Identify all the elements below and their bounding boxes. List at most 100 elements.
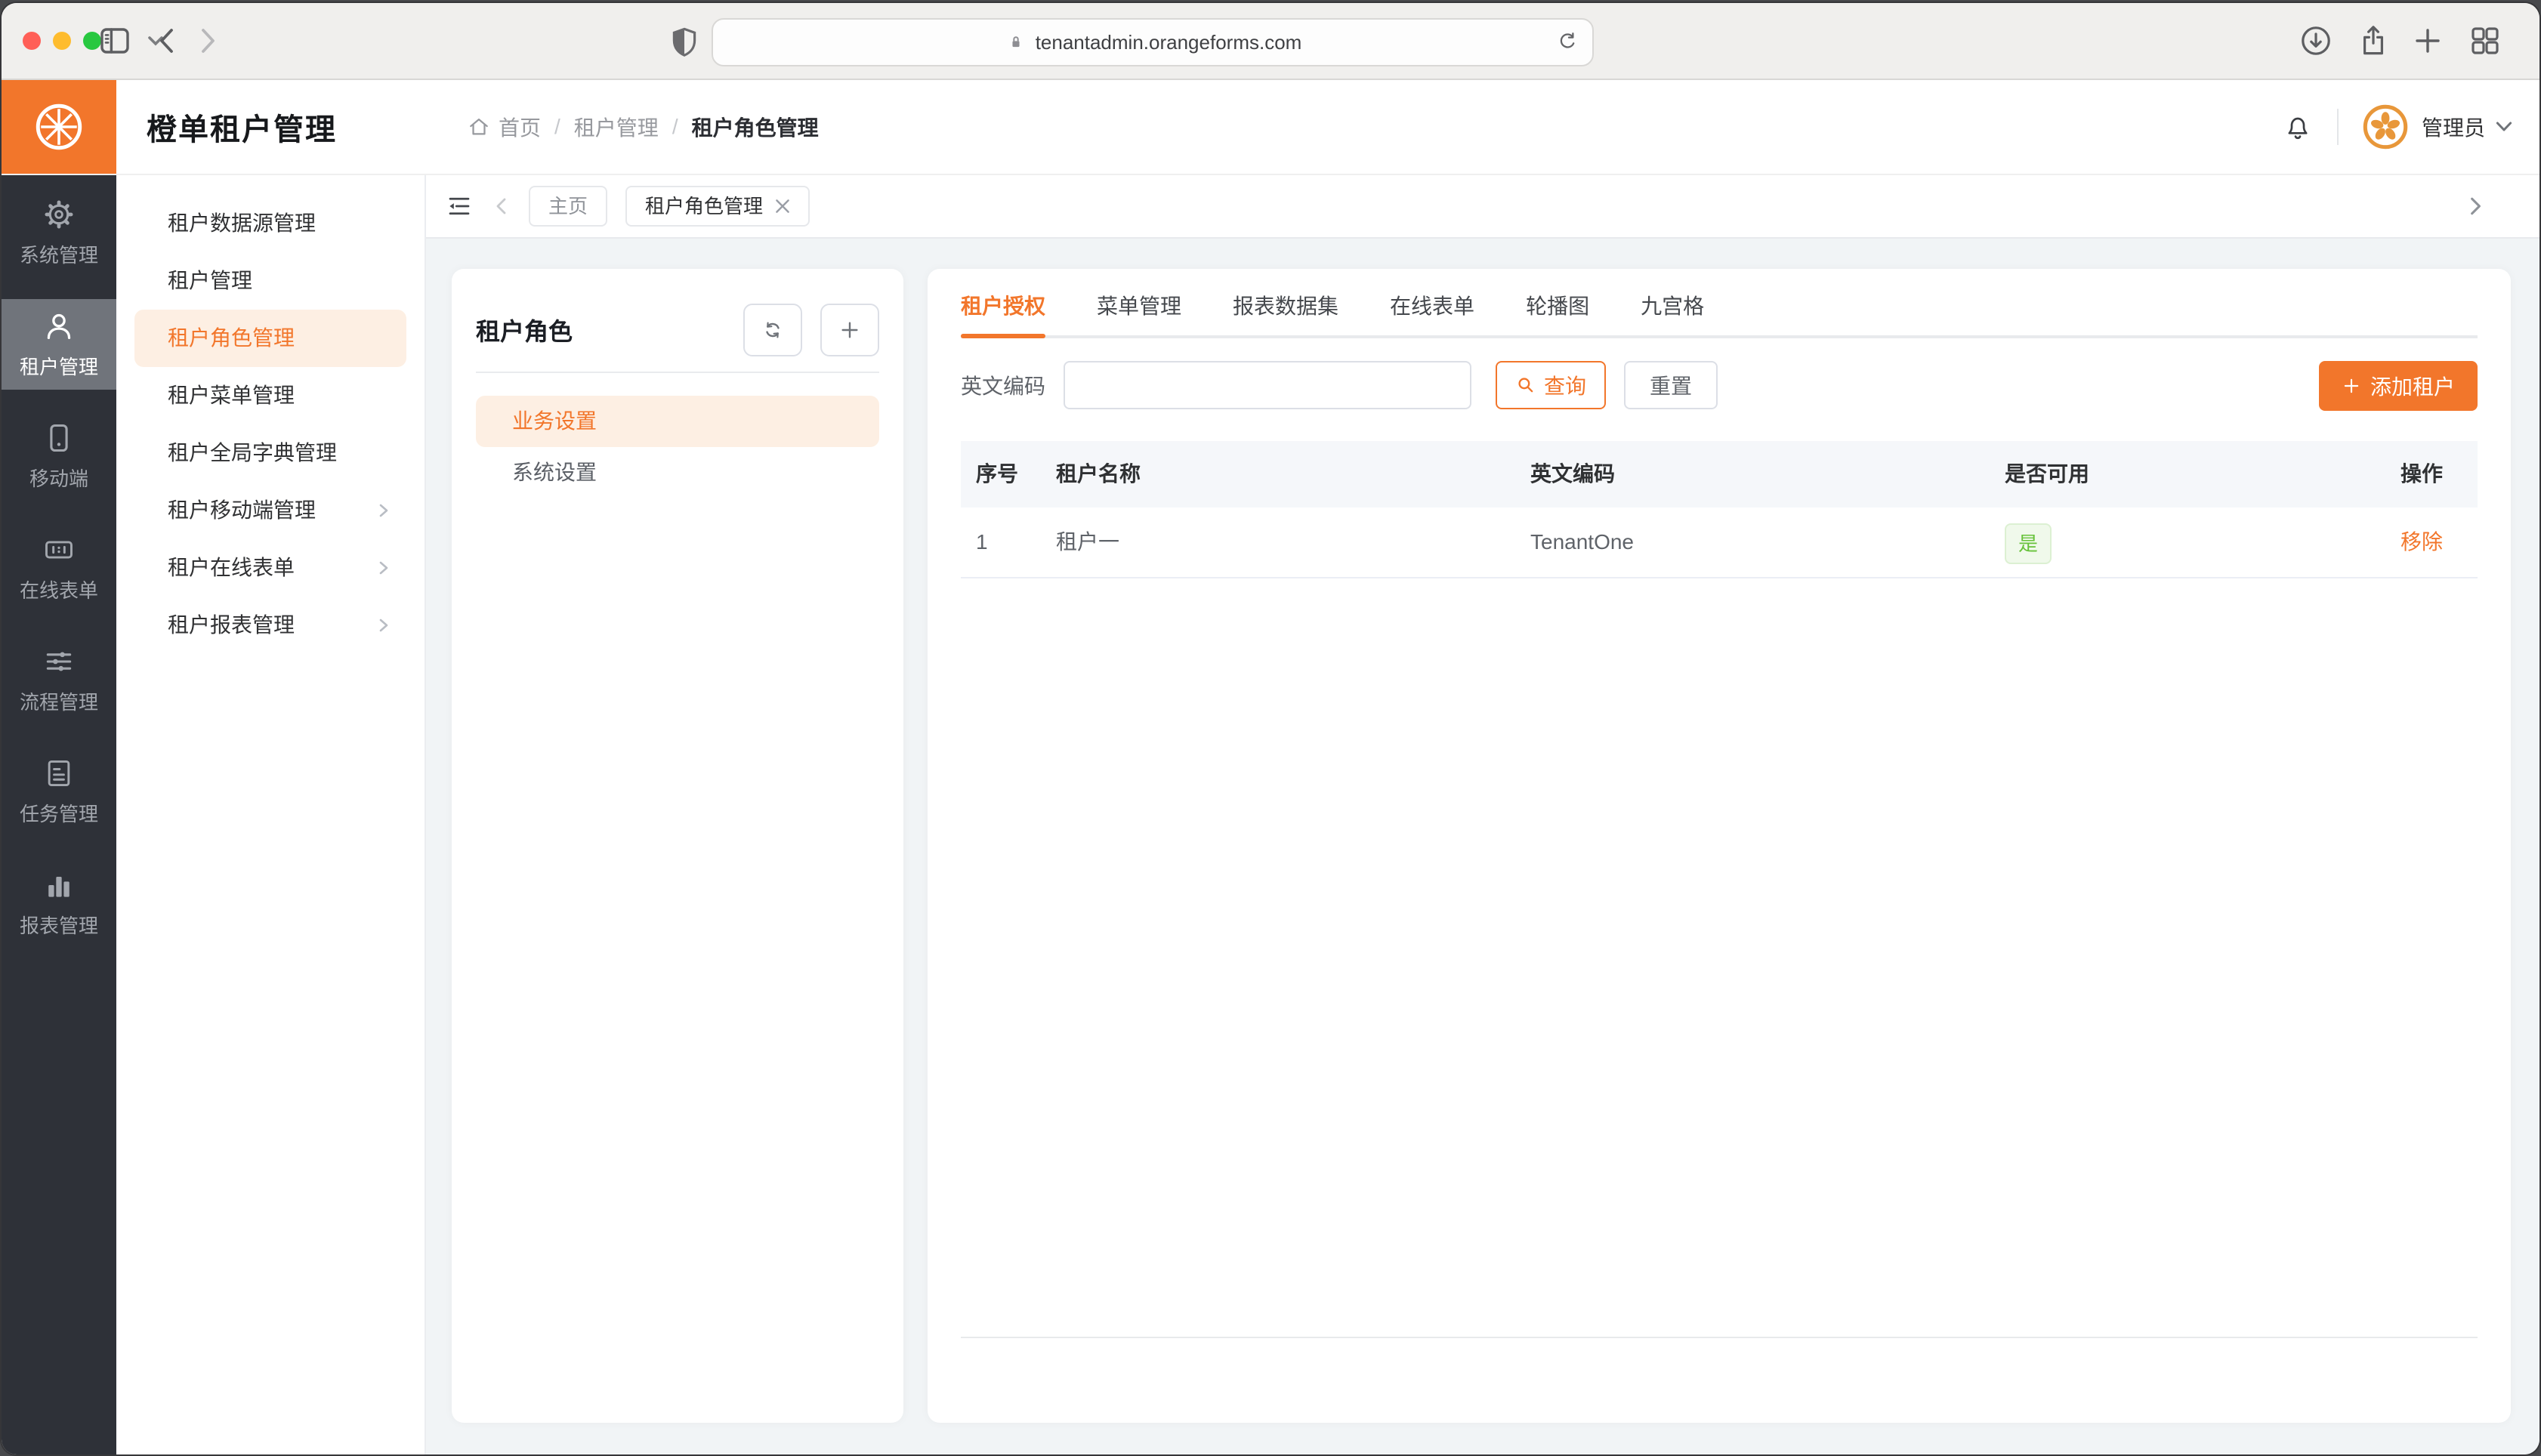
cell-enabled: 是 [1993,507,2358,577]
url-bar[interactable]: tenantadmin.orangeforms.com [712,18,1594,66]
search-label: 英文编码 [961,370,1045,400]
role-item-label: 业务设置 [512,409,597,433]
tab-tenant-role-mgmt[interactable]: 租户角色管理 [625,186,810,227]
add-tenant-button-label: 添加租户 [2370,371,2455,401]
table-header-row: 序号 租户名称 英文编码 是否可用 操作 [961,441,2478,507]
tab-menu-mgmt[interactable]: 菜单管理 [1097,290,1181,335]
panel-divider [476,372,879,373]
breadcrumb-tenant-mgmt[interactable]: 租户管理 [574,112,659,142]
breadcrumb-current: 租户角色管理 [692,112,819,142]
sidebar-item-report[interactable]: 报表管理 [2,858,116,949]
tab-home[interactable]: 主页 [529,186,607,227]
tab-label: 主页 [548,195,588,217]
role-item-business[interactable]: 业务设置 [476,396,879,447]
english-code-input[interactable] [1064,361,1471,409]
reset-button-label: 重置 [1650,370,1692,400]
menu-item-tenant-menu[interactable]: 租户菜单管理 [134,367,406,424]
menu-item-label: 租户报表管理 [168,613,295,637]
role-item-system[interactable]: 系统设置 [476,447,879,498]
app-header: 橙单租户管理 首页 / 租户管理 / 租户角色管理 [2,80,2539,175]
menu-collapse-icon[interactable] [446,193,473,220]
query-button[interactable]: 查询 [1496,361,1606,409]
refresh-icon [761,318,785,342]
role-panel-header: 租户角色 [476,304,879,356]
reset-button[interactable]: 重置 [1624,361,1718,409]
task-doc-icon [42,757,76,790]
sidebar-item-online-form[interactable]: 在线表单 [2,523,116,613]
menu-item-label: 租户移动端管理 [168,498,316,522]
menu-item-label: 租户数据源管理 [168,211,316,235]
breadcrumb-separator: / [554,115,560,139]
tab-online-form[interactable]: 在线表单 [1390,290,1474,335]
close-window-button[interactable] [23,32,41,50]
add-tenant-button[interactable]: 添加租户 [2319,361,2478,411]
forward-button[interactable] [189,23,225,59]
menu-item-tenant-mobile[interactable]: 租户移动端管理 [134,482,406,539]
app-logo [2,80,116,174]
mobile-icon [42,421,76,455]
role-item-label: 系统设置 [512,461,597,484]
orange-wheel-icon [30,98,88,156]
col-header-enabled: 是否可用 [1993,441,2358,507]
menu-item-label: 租户全局字典管理 [168,441,337,464]
downloads-button[interactable] [2298,23,2334,59]
tab-carousel[interactable]: 轮播图 [1526,290,1589,335]
remove-link[interactable]: 移除 [2401,530,2443,554]
role-panel-title: 租户角色 [476,313,725,347]
refresh-button[interactable] [743,304,802,356]
header-divider [2337,109,2339,145]
sidebar-toggle-icon[interactable] [97,23,133,59]
chevron-right-icon [376,503,391,518]
menu-item-tenant-report[interactable]: 租户报表管理 [134,597,406,654]
sidebar-item-task[interactable]: 任务管理 [2,746,116,837]
menu-item-tenant-datasource[interactable]: 租户数据源管理 [134,195,406,252]
tab-overview-button[interactable] [2467,23,2503,59]
back-button[interactable] [150,23,186,59]
lock-icon [1004,30,1028,54]
tab-tenant-auth[interactable]: 租户授权 [961,290,1045,335]
enabled-badge: 是 [2005,523,2052,564]
menu-item-tenant-mgmt[interactable]: 租户管理 [134,252,406,310]
add-role-button[interactable] [820,304,879,356]
tabs-scroll-right-icon[interactable] [2465,196,2485,216]
menu-item-tenant-role[interactable]: 租户角色管理 [134,310,406,367]
sidebar-item-tenant[interactable]: 租户管理 [2,299,116,390]
menu-item-tenant-dict[interactable]: 租户全局字典管理 [134,424,406,482]
header-right-area: 管理员 [2283,80,2512,174]
role-panel: 租户角色 [452,269,903,1423]
table-row: 1 租户一 TenantOne 是 移除 [961,507,2478,578]
tabs-scroll-left-icon[interactable] [492,197,511,215]
tab-nine-grid[interactable]: 九宫格 [1641,290,1704,335]
new-tab-button[interactable] [2410,23,2446,59]
sidebar-item-system[interactable]: 系统管理 [2,187,116,278]
col-header-english-code: 英文编码 [1518,441,1993,507]
tab-label: 租户角色管理 [645,187,763,225]
sidebar-item-label: 系统管理 [20,240,98,268]
cell-english-code: TenantOne [1518,507,1993,577]
breadcrumb-home[interactable]: 首页 [499,112,541,142]
cell-index: 1 [961,507,1044,577]
sidebar-item-mobile[interactable]: 移动端 [2,411,116,501]
share-button[interactable] [2355,23,2391,59]
sidebar-item-label: 任务管理 [20,799,98,827]
reload-icon[interactable] [1555,29,1580,54]
browser-toolbar: tenantadmin.orangeforms.com [2,3,2539,80]
username-label[interactable]: 管理员 [2422,112,2485,142]
col-header-tenant-name: 租户名称 [1044,441,1518,507]
secondary-sidebar: 租户数据源管理 租户管理 租户角色管理 租户菜单管理 租户全局字典管理 租户移动… [116,175,426,1454]
sidebar-item-workflow[interactable]: 流程管理 [2,634,116,725]
user-menu-chevron-down-icon[interactable] [2496,121,2512,133]
menu-item-label: 租户菜单管理 [168,384,295,407]
close-icon[interactable] [775,199,790,214]
table-empty-space [961,578,2478,1338]
privacy-shield-icon[interactable] [666,24,702,60]
cell-actions: 移除 [2358,507,2478,577]
tenant-auth-panel: 租户授权 菜单管理 报表数据集 在线表单 轮播图 九宫格 英文编码 [928,269,2511,1423]
tab-report-dataset[interactable]: 报表数据集 [1233,290,1338,335]
minimize-window-button[interactable] [53,32,71,50]
search-icon [1515,375,1536,396]
menu-item-tenant-online-form[interactable]: 租户在线表单 [134,539,406,597]
notification-bell-icon[interactable] [2283,112,2313,142]
user-avatar[interactable] [2363,104,2408,150]
page-title: 橙单租户管理 [147,105,337,149]
